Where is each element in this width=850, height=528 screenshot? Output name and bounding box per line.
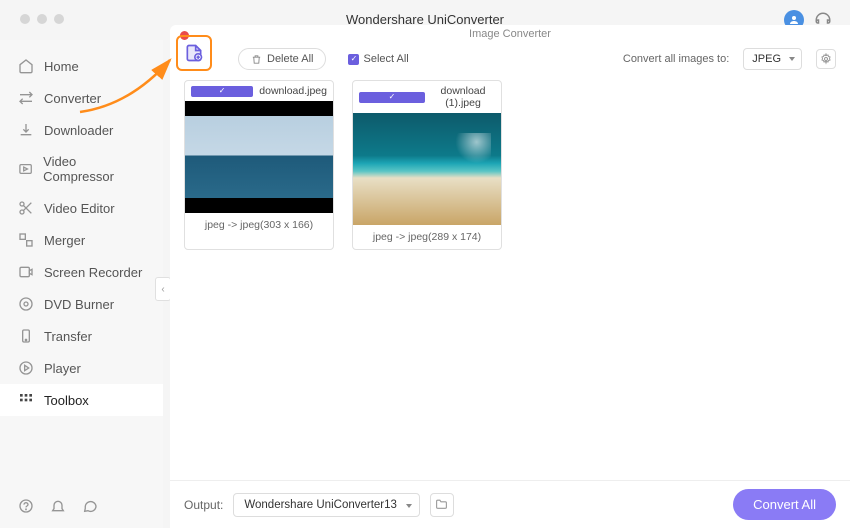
file-grid: download.jpeg jpeg -> jpeg(303 x 166) do… bbox=[170, 80, 850, 250]
format-select[interactable]: JPEG bbox=[743, 48, 802, 70]
bell-icon[interactable] bbox=[50, 498, 66, 514]
file-card[interactable]: download.jpeg jpeg -> jpeg(303 x 166) bbox=[184, 80, 334, 250]
sidebar-label: Video Editor bbox=[44, 201, 115, 216]
play-icon bbox=[18, 360, 34, 376]
record-icon bbox=[18, 264, 34, 280]
output-path: Wondershare UniConverter13 bbox=[244, 499, 397, 511]
grid-icon bbox=[18, 392, 34, 408]
sidebar-item-recorder[interactable]: Screen Recorder bbox=[0, 256, 163, 288]
sidebar-label: Home bbox=[44, 59, 79, 74]
file-info: jpeg -> jpeg(289 x 174) bbox=[353, 225, 501, 249]
main-panel: Image Converter Delete All Select All Co… bbox=[170, 25, 850, 528]
file-card[interactable]: download (1).jpeg jpeg -> jpeg(289 x 174… bbox=[352, 80, 502, 250]
sidebar-item-player[interactable]: Player bbox=[0, 352, 163, 384]
feedback-icon[interactable] bbox=[82, 498, 98, 514]
merge-icon bbox=[18, 232, 34, 248]
sidebar-label: Screen Recorder bbox=[44, 265, 142, 280]
sidebar-item-editor[interactable]: Video Editor bbox=[0, 192, 163, 224]
transfer-icon bbox=[18, 328, 34, 344]
sidebar-item-home[interactable]: Home bbox=[0, 50, 163, 82]
compress-icon bbox=[18, 161, 33, 177]
convert-to-label: Convert all images to: bbox=[623, 53, 729, 65]
sidebar-collapse[interactable]: ‹ bbox=[155, 277, 171, 301]
convert-icon bbox=[18, 90, 34, 106]
sidebar-label: Video Compressor bbox=[43, 154, 145, 184]
toolbar: Delete All Select All Convert all images… bbox=[170, 40, 850, 80]
sidebar-item-converter[interactable]: Converter bbox=[0, 82, 163, 114]
thumbnail bbox=[185, 101, 333, 213]
checkbox-icon bbox=[348, 54, 359, 65]
thumbnail bbox=[353, 113, 501, 225]
scissors-icon bbox=[18, 200, 34, 216]
output-path-select[interactable]: Wondershare UniConverter13 bbox=[233, 493, 420, 517]
sidebar: Home Converter Downloader Video Compress… bbox=[0, 40, 163, 528]
sidebar-item-dvd[interactable]: DVD Burner bbox=[0, 288, 163, 320]
sidebar-label: Merger bbox=[44, 233, 85, 248]
add-file-icon bbox=[184, 43, 204, 63]
convert-all-button[interactable]: Convert All bbox=[733, 489, 836, 520]
sidebar-item-transfer[interactable]: Transfer bbox=[0, 320, 163, 352]
sidebar-label: DVD Burner bbox=[44, 297, 114, 312]
home-icon bbox=[18, 58, 34, 74]
select-all-label: Select All bbox=[363, 53, 408, 65]
sidebar-label: Downloader bbox=[44, 123, 113, 138]
sidebar-item-toolbox[interactable]: Toolbox bbox=[0, 384, 163, 416]
checkbox-icon[interactable] bbox=[359, 92, 425, 103]
file-name: download (1).jpeg bbox=[431, 85, 495, 109]
sidebar-label: Transfer bbox=[44, 329, 92, 344]
sidebar-label: Toolbox bbox=[44, 393, 89, 408]
sidebar-item-compressor[interactable]: Video Compressor bbox=[0, 146, 163, 192]
bottom-bar: Output: Wondershare UniConverter13 Conve… bbox=[170, 480, 850, 528]
format-value: JPEG bbox=[752, 53, 781, 65]
open-folder-button[interactable] bbox=[430, 493, 454, 517]
select-all-checkbox[interactable]: Select All bbox=[348, 53, 408, 65]
file-info: jpeg -> jpeg(303 x 166) bbox=[185, 213, 333, 237]
download-icon bbox=[18, 122, 34, 138]
sidebar-item-downloader[interactable]: Downloader bbox=[0, 114, 163, 146]
sidebar-label: Player bbox=[44, 361, 81, 376]
file-name: download.jpeg bbox=[259, 85, 327, 97]
sidebar-item-merger[interactable]: Merger bbox=[0, 224, 163, 256]
folder-icon bbox=[435, 498, 448, 511]
disc-icon bbox=[18, 296, 34, 312]
settings-button[interactable] bbox=[816, 49, 836, 69]
page-title: Image Converter bbox=[170, 25, 850, 40]
help-icon[interactable] bbox=[18, 498, 34, 514]
output-label: Output: bbox=[184, 498, 223, 512]
sidebar-label: Converter bbox=[44, 91, 101, 106]
add-file-button[interactable] bbox=[176, 35, 212, 71]
delete-all-button[interactable]: Delete All bbox=[238, 48, 326, 70]
trash-icon bbox=[251, 54, 262, 65]
checkbox-icon[interactable] bbox=[191, 86, 253, 97]
delete-all-label: Delete All bbox=[267, 53, 313, 65]
gear-icon bbox=[820, 53, 832, 65]
